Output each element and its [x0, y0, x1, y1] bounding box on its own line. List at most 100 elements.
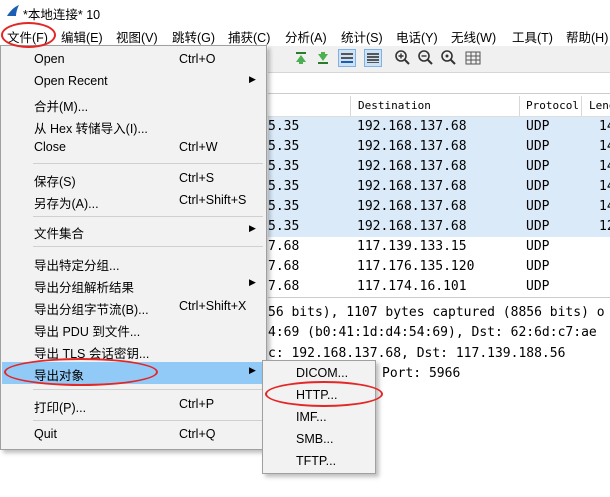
packet-protocol: UDP [526, 159, 550, 174]
detail-ethernet-line[interactable]: 4:69 (b0:41:1d:d4:54:69), Dst: 62:6d:c7:… [268, 325, 597, 340]
menu-item-export-objects[interactable]: 导出对象 ▶ [2, 362, 265, 384]
menu-separator [33, 246, 263, 247]
menu-item-shortcut: Ctrl+Shift+S [179, 193, 247, 207]
menu-item-shortcut: Ctrl+O [179, 52, 216, 66]
detail-udp-line[interactable]: Port: 5966 [382, 366, 460, 381]
packet-row[interactable]: 5.35 192.168.137.68 UDP 14 [268, 197, 610, 217]
submenu-item-dicom[interactable]: DICOM... [264, 363, 374, 385]
resize-columns-icon[interactable] [464, 49, 482, 67]
packet-source: 5.35 [268, 119, 300, 134]
packet-protocol: UDP [526, 239, 550, 254]
menu-item-label: 合并(M)... [34, 100, 89, 114]
packet-source: 7.68 [268, 279, 300, 294]
menu-item-export-pdus[interactable]: 导出 PDU 到文件... [2, 318, 265, 340]
packet-row[interactable]: 5.35 192.168.137.68 UDP 14 [268, 117, 610, 137]
menu-telephony[interactable]: 电话(Y) [396, 27, 438, 46]
menu-item-open-recent[interactable]: Open Recent ▶ [2, 71, 265, 93]
submenu-item-imf[interactable]: IMF... [264, 407, 374, 429]
detail-ip-line[interactable]: c: 192.168.137.68, Dst: 117.139.188.56 [268, 346, 565, 361]
menu-item-file-set[interactable]: 文件集合 ▶ [2, 220, 265, 242]
packet-destination: 192.168.137.68 [357, 199, 467, 214]
menu-capture[interactable]: 捕获(C) [228, 27, 270, 46]
menu-analyze[interactable]: 分析(A) [285, 27, 327, 46]
menu-item-label: 保存(S) [34, 175, 76, 189]
autoscroll-icon[interactable] [338, 49, 356, 67]
packet-destination: 117.176.135.120 [357, 259, 475, 274]
menu-file[interactable]: 文件(F) [7, 27, 48, 46]
packet-row[interactable]: 5.35 192.168.137.68 UDP 14 [268, 177, 610, 197]
packet-protocol: UDP [526, 279, 550, 294]
packet-row[interactable]: 5.35 192.168.137.68 UDP 14 [268, 157, 610, 177]
column-divider[interactable] [350, 96, 351, 116]
packet-length: 14 [599, 179, 610, 194]
packet-protocol: UDP [526, 139, 550, 154]
packet-row[interactable]: 7.68 117.139.133.15 UDP [268, 237, 610, 257]
submenu-arrow-icon: ▶ [249, 74, 256, 84]
menu-item-label: 导出分组解析结果 [34, 281, 135, 295]
column-divider[interactable] [581, 96, 582, 116]
submenu-arrow-icon: ▶ [249, 277, 256, 287]
column-protocol[interactable]: Protocol [526, 99, 579, 112]
menu-tools[interactable]: 工具(T) [512, 27, 553, 46]
menu-item-open[interactable]: Open Ctrl+O [2, 49, 265, 71]
menu-item-shortcut: Ctrl+S [179, 171, 215, 185]
packet-list-header: Destination Protocol Leng [268, 96, 610, 117]
menu-item-label: 导出特定分组... [34, 259, 120, 273]
menu-item-export-packet-bytes[interactable]: 导出分组字节流(B)... Ctrl+Shift+X [2, 296, 265, 318]
menu-item-shortcut: Ctrl+Shift+X [179, 299, 247, 313]
packet-row[interactable]: 5.35 192.168.137.68 UDP 14 [268, 137, 610, 157]
file-menu: Open Ctrl+O Open Recent ▶ 合并(M)... 从 Hex… [0, 45, 267, 450]
column-destination[interactable]: Destination [358, 99, 431, 112]
menu-go[interactable]: 跳转(G) [172, 27, 215, 46]
packet-length: 12 [599, 219, 610, 234]
menu-item-label: Quit [34, 427, 57, 441]
zoom-out-icon[interactable] [417, 49, 435, 67]
packet-row[interactable]: 5.35 192.168.137.68 UDP 12 [268, 217, 610, 237]
packet-destination: 192.168.137.68 [357, 219, 467, 234]
submenu-item-label: SMB... [296, 432, 334, 446]
colorize-icon[interactable] [364, 49, 382, 67]
menu-item-save-as[interactable]: 另存为(A)... Ctrl+Shift+S [2, 190, 265, 212]
menu-item-label: 文件集合 [34, 227, 85, 241]
packet-destination: 192.168.137.68 [357, 139, 467, 154]
packet-protocol: UDP [526, 219, 550, 234]
menu-view[interactable]: 视图(V) [116, 27, 158, 46]
menu-item-save[interactable]: 保存(S) Ctrl+S [2, 168, 265, 190]
submenu-item-label: IMF... [296, 410, 327, 424]
menu-item-merge[interactable]: 合并(M)... [2, 93, 265, 115]
menu-item-label: 打印(P)... [34, 401, 87, 415]
menu-item-quit[interactable]: Quit Ctrl+Q [2, 424, 265, 446]
menu-item-close[interactable]: Close Ctrl+W [2, 137, 265, 159]
menu-item-export-tls-keys[interactable]: 导出 TLS 会话密钥... [2, 340, 265, 362]
menu-item-export-specified-packets[interactable]: 导出特定分组... [2, 252, 265, 274]
menu-edit[interactable]: 编辑(E) [61, 27, 103, 46]
column-length[interactable]: Leng [589, 99, 610, 112]
menu-item-import-hex[interactable]: 从 Hex 转储导入(I)... [2, 115, 265, 137]
menu-item-shortcut: Ctrl+W [179, 140, 218, 154]
packet-length: 14 [599, 199, 610, 214]
menu-item-label: 另存为(A)... [34, 197, 99, 211]
menu-item-print[interactable]: 打印(P)... Ctrl+P [2, 394, 265, 416]
display-filter-bar[interactable] [268, 73, 610, 94]
submenu-item-http[interactable]: HTTP... [264, 385, 374, 407]
packet-protocol: UDP [526, 119, 550, 134]
menu-help[interactable]: 帮助(H) [566, 27, 608, 46]
menu-item-label: Close [34, 140, 66, 154]
menu-wireless[interactable]: 无线(W) [451, 27, 496, 46]
go-first-icon[interactable] [292, 49, 310, 67]
title-bar: *本地连接* 10 [0, 0, 610, 22]
menu-separator [33, 420, 263, 421]
submenu-arrow-icon: ▶ [249, 365, 256, 375]
go-last-icon[interactable] [314, 49, 332, 67]
menu-item-export-packet-dissections[interactable]: 导出分组解析结果 ▶ [2, 274, 265, 296]
packet-row[interactable]: 7.68 117.174.16.101 UDP [268, 277, 610, 297]
packet-row[interactable]: 7.68 117.176.135.120 UDP [268, 257, 610, 277]
menu-separator [33, 216, 263, 217]
column-divider[interactable] [519, 96, 520, 116]
submenu-item-smb[interactable]: SMB... [264, 429, 374, 451]
detail-frame-line[interactable]: 56 bits), 1107 bytes captured (8856 bits… [268, 305, 605, 320]
zoom-in-icon[interactable] [394, 49, 412, 67]
submenu-item-tftp[interactable]: TFTP... [264, 451, 374, 473]
menu-statistics[interactable]: 统计(S) [341, 27, 383, 46]
zoom-reset-icon[interactable] [440, 49, 458, 67]
